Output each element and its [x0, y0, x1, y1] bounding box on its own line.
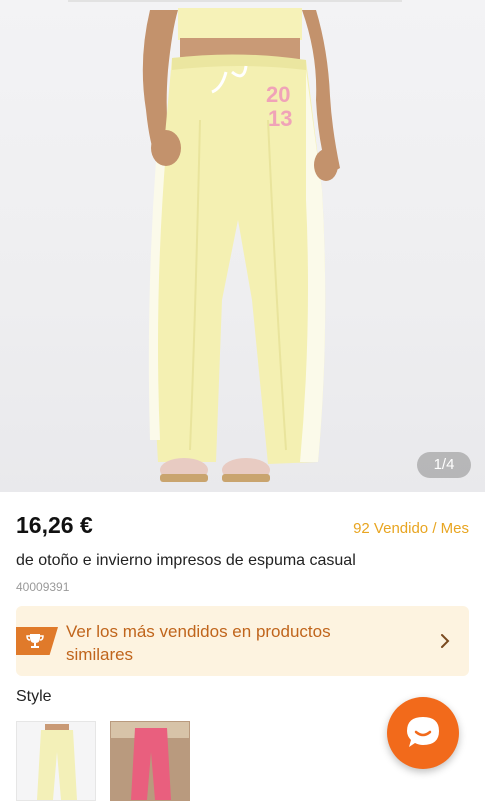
style-section-label: Style: [16, 688, 52, 705]
chevron-right-icon: [441, 634, 450, 648]
product-title: de otoño e invierno impresos de espuma c…: [16, 552, 356, 569]
chat-button[interactable]: [387, 697, 459, 769]
style-thumbnail-yellow: [17, 722, 95, 800]
style-option-yellow[interactable]: [16, 721, 96, 801]
chat-bubble-icon: [407, 717, 439, 747]
sold-per-month: 92 Vendido / Mes: [353, 520, 469, 537]
banner-label: Ver los más vendidos en productos simila…: [66, 622, 331, 664]
trophy-icon: [16, 627, 58, 655]
product-price: 16,26 €: [16, 512, 93, 538]
best-sellers-banner[interactable]: Ver los más vendidos en productos simila…: [16, 606, 469, 676]
print-graphic-line1: 20: [266, 82, 290, 107]
image-counter: 1/4: [417, 452, 471, 478]
product-image-gallery[interactable]: 20 13 1/4: [0, 0, 485, 492]
style-thumbnail-pink: [111, 722, 189, 800]
print-graphic-line2: 13: [268, 106, 292, 131]
product-photo: 20 13: [142, 8, 340, 482]
style-option-pink[interactable]: [110, 721, 190, 801]
product-sku: 40009391: [16, 580, 70, 594]
